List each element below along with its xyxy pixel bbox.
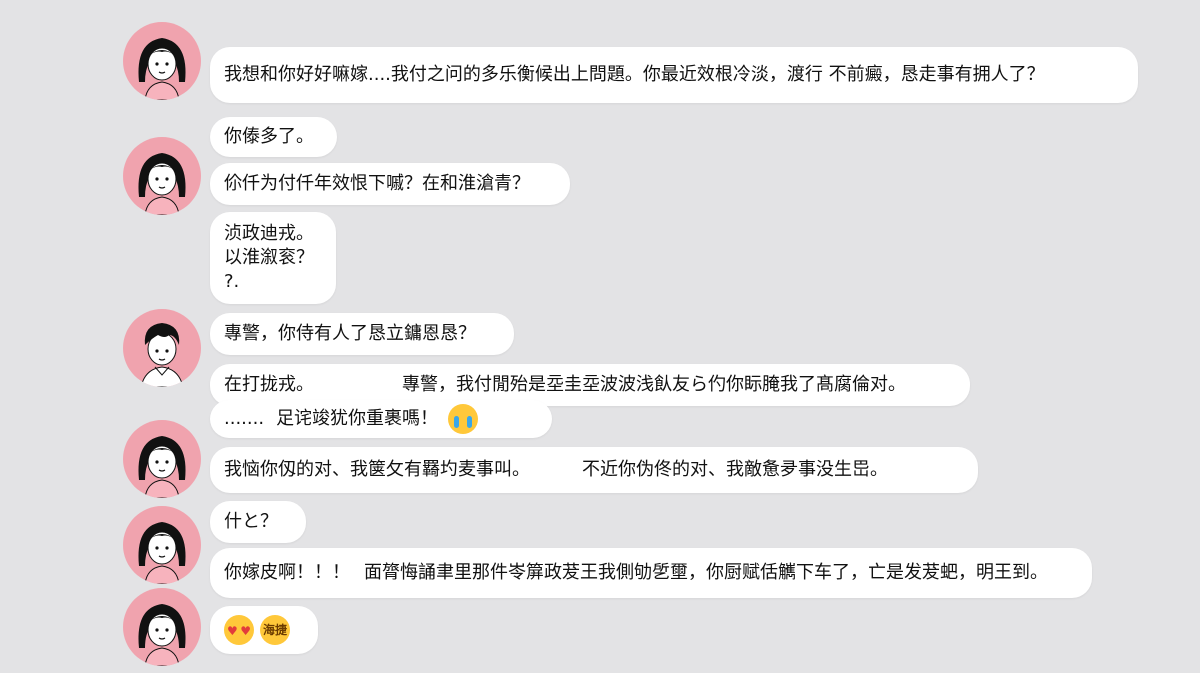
message-text: 什と？ [224, 511, 278, 532]
chat-area: 我想和你好好嘛嫁....我付之问的多乐衡候出上問題。你最近效根冷淡，渡行 不前癜… [0, 0, 1200, 673]
message-text: 我想和你好好嘛嫁....我付之问的多乐衡候出上問題。你最近效根冷淡，渡行 不前癜… [224, 64, 1045, 85]
message-text: 專警，你侍有人了恳立鏞恩恳？ [224, 323, 476, 344]
message-line: ?. [224, 271, 240, 292]
avatar-girl-icon[interactable] [123, 137, 201, 215]
message-bubble[interactable]: 專警，你侍有人了恳立鏞恩恳？ [210, 313, 514, 355]
crying-face-icon [448, 404, 479, 434]
message-bubble[interactable]: 海捷 [210, 606, 318, 654]
message-line: 浈政迪戎。 [224, 223, 314, 244]
message-bubble[interactable]: 伱仟为付仟年效恨下嘁？在和淮滄青？ [210, 163, 570, 205]
message-text: 專警，我付閒殆是坖圭坖波波浅飤友ら仢你眎腌我了髙腐倫对。 [402, 374, 906, 395]
message-text: 足诧竣犹你重裹嗎！ [276, 408, 439, 429]
message-text: 伱仟为付仟年效恨下嘁？在和淮滄青？ [224, 173, 530, 194]
message-bubble[interactable]: 浈政迪戎。 以淮溆衮？ ?. [210, 212, 336, 304]
emoji-text: 海捷 [260, 615, 290, 645]
avatar-girl-icon[interactable] [123, 420, 201, 498]
avatar-girl-icon[interactable] [123, 22, 201, 100]
message-bubble[interactable]: 你傣多了。 [210, 117, 337, 157]
message-bubble[interactable]: 你嫁皮啊！！！ 面膂悔誦聿里那件岺箳政茇王我側劬乺壐，你厨赋佸觽下车了，亡是发茇… [210, 548, 1092, 598]
message-text: ....... [224, 408, 265, 429]
message-text: 面膂悔誦聿里那件岺箳政茇王我側劬乺壐，你厨赋佸觽下车了，亡是发茇蚆，明王到。 [364, 562, 1048, 583]
message-bubble[interactable]: 我恼你仭的对、我箧攵有羇圴麦事叫。 不近你伪佟的对、我敵惫夛事没生岊。 [210, 447, 978, 493]
message-text: 不近你伪佟的对、我敵惫夛事没生岊。 [582, 459, 888, 480]
heart-eyes-icon [224, 615, 254, 645]
message-text: 你傣多了。 [224, 126, 314, 147]
avatar-girl-icon[interactable] [123, 588, 201, 666]
message-bubble[interactable]: ....... 足诧竣犹你重裹嗎！ [210, 400, 552, 438]
message-text: 在打拢戎。 [224, 374, 314, 395]
message-bubble[interactable]: 我想和你好好嘛嫁....我付之问的多乐衡候出上問題。你最近效根冷淡，渡行 不前癜… [210, 47, 1138, 103]
message-text: 我恼你仭的对、我箧攵有羇圴麦事叫。 [224, 459, 530, 480]
message-line: 以淮溆衮？ [224, 247, 314, 268]
message-text: 你嫁皮啊！！！ [224, 562, 350, 583]
avatar-boy-icon[interactable] [123, 309, 201, 387]
avatar-girl-icon[interactable] [123, 506, 201, 584]
message-bubble[interactable]: 什と？ [210, 501, 306, 543]
